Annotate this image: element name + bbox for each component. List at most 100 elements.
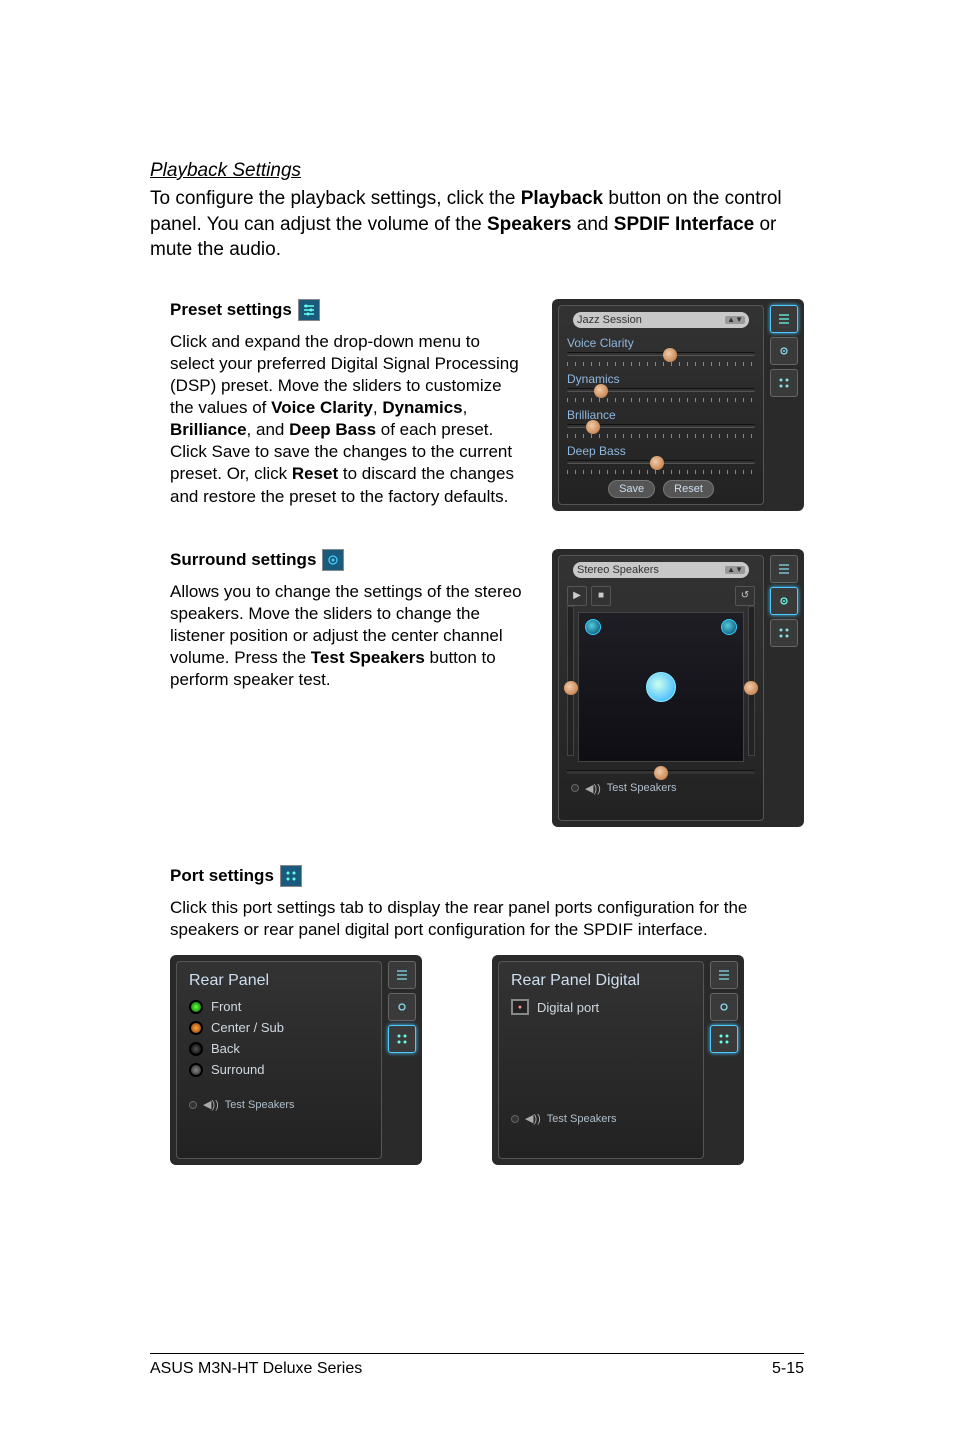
speaker-front-right-icon[interactable]	[721, 619, 737, 635]
label-spdif: SPDIF Interface	[614, 214, 754, 235]
tab-port-icon[interactable]	[770, 619, 798, 647]
stepper-icon[interactable]: ▲▼	[725, 566, 745, 574]
jack-green-icon	[189, 1000, 203, 1014]
slider-label-voice-clarity: Voice Clarity	[567, 336, 755, 350]
port-settings-desc: Click this port settings tab to display …	[150, 897, 804, 941]
surround-settings-icon	[322, 549, 344, 571]
slider-thumb[interactable]	[654, 766, 668, 780]
tab-preset-icon[interactable]	[388, 961, 416, 989]
tab-port-icon[interactable]	[710, 1025, 738, 1053]
port-row-back[interactable]: Back	[185, 1038, 373, 1059]
reset-button[interactable]: Reset	[663, 480, 714, 498]
v-slider-left[interactable]	[567, 606, 574, 756]
listener-icon[interactable]	[646, 672, 676, 702]
tab-surround-icon[interactable]	[710, 993, 738, 1021]
port-label: Center / Sub	[211, 1020, 284, 1035]
heading-text: Surround settings	[170, 550, 316, 570]
port-row-surround[interactable]: Surround	[185, 1059, 373, 1080]
panel-title-rear-digital: Rear Panel Digital	[511, 972, 695, 990]
loop-button[interactable]: ↺	[735, 586, 755, 606]
stop-button[interactable]: ■	[591, 586, 611, 606]
slider-thumb[interactable]	[594, 384, 608, 398]
tab-preset-icon[interactable]	[710, 961, 738, 989]
slider-voice-clarity[interactable]	[567, 352, 755, 356]
slider-label-deep-bass: Deep Bass	[567, 444, 755, 458]
text: and	[572, 214, 614, 235]
speaker-front-left-icon[interactable]	[585, 619, 601, 635]
preset-settings-desc: Click and expand the drop-down menu to s…	[170, 331, 522, 508]
v-slider-right[interactable]	[748, 606, 755, 756]
preset-settings-heading: Preset settings	[170, 299, 522, 321]
text: , and	[247, 420, 290, 439]
slider-thumb[interactable]	[744, 681, 758, 695]
test-speakers-button[interactable]: Test Speakers	[547, 1113, 617, 1125]
port-label: Digital port	[537, 1000, 599, 1015]
slider-ticks	[567, 362, 755, 366]
jack-black-icon	[189, 1042, 203, 1056]
rear-panel-ports-panel: Rear Panel Front Center / Sub Back Surro…	[170, 955, 422, 1165]
label-brilliance: Brilliance	[170, 420, 247, 439]
slider-ticks	[567, 398, 755, 402]
surround-settings-heading: Surround settings	[170, 549, 522, 571]
port-row-front[interactable]: Front	[185, 996, 373, 1017]
panel-title-rear: Rear Panel	[189, 972, 373, 990]
label-voice-clarity: Voice Clarity	[271, 398, 373, 417]
text: ,	[463, 398, 468, 417]
label-playback: Playback	[521, 188, 603, 209]
port-row-digital[interactable]: ● Digital port	[507, 996, 695, 1018]
play-button[interactable]: ▶	[567, 586, 587, 606]
playback-settings-heading: Playback Settings	[150, 160, 804, 182]
tab-port-icon[interactable]	[388, 1025, 416, 1053]
speaker-config-dropdown[interactable]: Stereo Speakers ▲▼	[573, 562, 749, 578]
tab-port-icon[interactable]	[770, 369, 798, 397]
rear-panel-digital-panel: Rear Panel Digital ● Digital port ◀)) Tes…	[492, 955, 744, 1165]
label-test-speakers: Test Speakers	[311, 648, 425, 667]
port-label: Back	[211, 1041, 240, 1056]
surround-settings-panel: Stereo Speakers ▲▼ ▶ ■ ↺	[552, 549, 804, 827]
dropdown-value: Jazz Session	[577, 314, 642, 326]
label-reset: Reset	[292, 464, 338, 483]
indicator-led-icon	[189, 1101, 197, 1109]
slider-thumb[interactable]	[663, 348, 677, 362]
label-deep-bass: Deep Bass	[289, 420, 376, 439]
preset-settings-panel: Jazz Session ▲▼ Voice Clarity Dynamics B…	[552, 299, 804, 511]
playback-settings-desc: To configure the playback settings, clic…	[150, 186, 804, 263]
slider-thumb[interactable]	[586, 420, 600, 434]
slider-dynamics[interactable]	[567, 388, 755, 392]
port-label: Front	[211, 999, 241, 1014]
listener-position-grid[interactable]	[578, 612, 743, 762]
stepper-icon[interactable]: ▲▼	[725, 316, 745, 324]
slider-thumb[interactable]	[564, 681, 578, 695]
tab-surround-icon[interactable]	[770, 587, 798, 615]
slider-ticks	[567, 434, 755, 438]
indicator-led-icon	[571, 784, 579, 792]
tab-preset-icon[interactable]	[770, 305, 798, 333]
indicator-led-icon	[511, 1115, 519, 1123]
speaker-icon: ◀))	[585, 782, 601, 795]
dropdown-value: Stereo Speakers	[577, 564, 659, 576]
tab-surround-icon[interactable]	[388, 993, 416, 1021]
footer-product-name: ASUS M3N-HT Deluxe Series	[150, 1360, 362, 1378]
heading-text: Port settings	[170, 866, 274, 886]
slider-ticks	[567, 470, 755, 474]
save-button[interactable]: Save	[608, 480, 655, 498]
slider-brilliance[interactable]	[567, 424, 755, 428]
tab-surround-icon[interactable]	[770, 337, 798, 365]
heading-text: Preset settings	[170, 300, 292, 320]
h-slider-bottom[interactable]	[567, 770, 755, 774]
slider-deep-bass[interactable]	[567, 460, 755, 464]
preset-dropdown[interactable]: Jazz Session ▲▼	[573, 312, 749, 328]
speaker-icon: ◀))	[525, 1112, 541, 1125]
port-row-center-sub[interactable]: Center / Sub	[185, 1017, 373, 1038]
test-speakers-button[interactable]: Test Speakers	[225, 1099, 295, 1111]
tab-preset-icon[interactable]	[770, 555, 798, 583]
slider-thumb[interactable]	[650, 456, 664, 470]
text: ,	[373, 398, 382, 417]
test-speakers-button[interactable]: Test Speakers	[607, 782, 677, 794]
speaker-icon: ◀))	[203, 1098, 219, 1111]
digital-port-icon: ●	[511, 999, 529, 1015]
port-settings-heading: Port settings	[150, 865, 804, 887]
text: To configure the playback settings, clic…	[150, 188, 521, 209]
jack-orange-icon	[189, 1021, 203, 1035]
label-dynamics: Dynamics	[382, 398, 462, 417]
